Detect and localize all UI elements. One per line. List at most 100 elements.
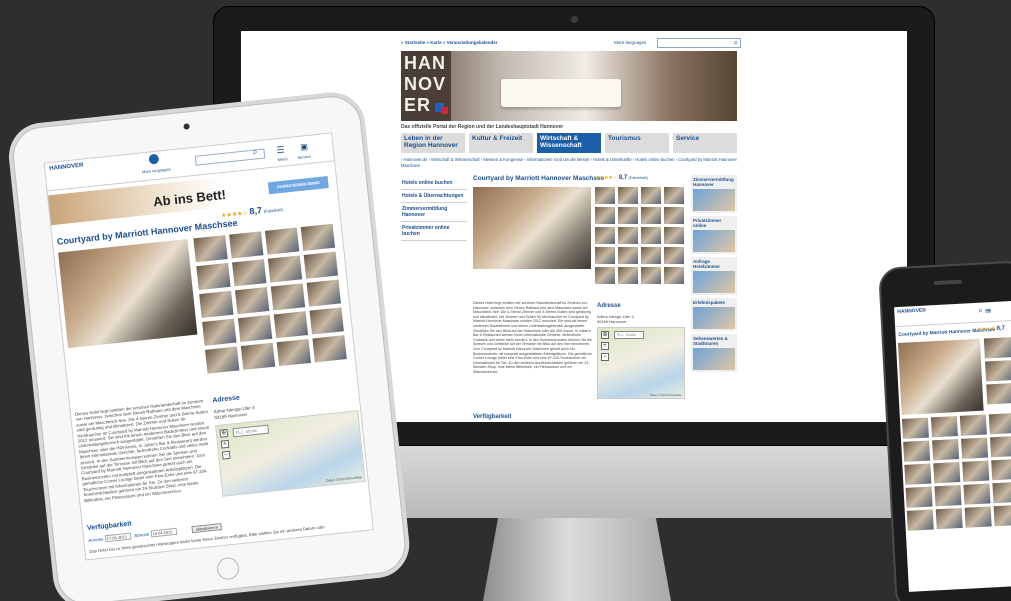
thumbnail[interactable]: [906, 509, 934, 531]
breadcrumb[interactable]: › Hannover.de › Wirtschaft & Wissenschaf…: [401, 157, 737, 169]
menu-kultur[interactable]: Kultur & Freizeit: [469, 133, 533, 153]
map-zoom-in-icon[interactable]: +: [601, 342, 609, 350]
thumbnail[interactable]: [664, 207, 684, 224]
update-button[interactable]: aktualisieren: [191, 523, 223, 534]
menu-label[interactable]: Menü: [277, 156, 287, 162]
thumbnail[interactable]: [267, 255, 303, 283]
service-label[interactable]: Service: [297, 154, 311, 160]
departure-date-input[interactable]: 18.04.2013: [150, 528, 177, 538]
globe-icon[interactable]: [148, 153, 160, 165]
thumbnail[interactable]: [618, 187, 638, 204]
menu-wirtschaft[interactable]: Wirtschaft & Wissenschaft: [537, 133, 601, 153]
map-search-input[interactable]: PLZ, Straße: [232, 424, 270, 438]
thumbnail[interactable]: [664, 247, 684, 264]
thumbnail[interactable]: [595, 207, 615, 224]
map-pan-icon[interactable]: ⊕: [219, 428, 229, 438]
language-selector[interactable]: More languages: [614, 40, 646, 45]
sidebar-item-hotels-online[interactable]: Hotels online buchen: [401, 177, 467, 190]
hannover-logo[interactable]: HANNOVER: [49, 163, 84, 173]
search-input[interactable]: ⌕: [657, 38, 741, 48]
thumbnail[interactable]: [985, 359, 1011, 382]
thumbnail[interactable]: [962, 460, 990, 482]
thumbnail[interactable]: [641, 207, 661, 224]
teaser-anfrage[interactable]: Anfrage Hotelzimmer: [691, 257, 737, 295]
search-icon[interactable]: ⌕: [252, 146, 258, 157]
thumbnail[interactable]: [595, 187, 615, 204]
location-map[interactable]: ⊕ + − PLZ, Straße Daten ©OpenStreetMap: [214, 410, 366, 497]
thumbnail[interactable]: [664, 267, 684, 284]
thumbnail[interactable]: [990, 436, 1011, 458]
thumbnail[interactable]: [988, 413, 1011, 435]
service-icon[interactable]: ▣: [300, 142, 308, 152]
thumbnail[interactable]: [963, 483, 991, 505]
thumbnail[interactable]: [986, 382, 1011, 405]
thumbnail[interactable]: [993, 504, 1011, 527]
map-zoom-out-icon[interactable]: −: [221, 450, 231, 460]
thumbnail[interactable]: [930, 416, 958, 438]
banner-button[interactable]: HANNOVERERLEBNIS: [267, 176, 329, 195]
top-nav-links[interactable]: » Startseite » Karte » Veranstaltungskal…: [401, 40, 498, 45]
hotel-main-photo[interactable]: [58, 239, 198, 349]
thumbnail[interactable]: [193, 235, 228, 263]
search-icon[interactable]: ⌕: [734, 38, 738, 48]
thumbnail[interactable]: [664, 187, 684, 204]
menu-leben[interactable]: Leben in der Region Hannover: [401, 133, 465, 153]
teaser-zimmervermittlung[interactable]: Zimmervermittlung Hannover: [691, 175, 737, 213]
thumbnail[interactable]: [641, 227, 661, 244]
thumbnail[interactable]: [903, 440, 931, 462]
thumbnail[interactable]: [240, 342, 276, 370]
map-zoom-in-icon[interactable]: +: [220, 439, 230, 449]
thumbnail[interactable]: [276, 338, 311, 367]
menu-icon[interactable]: ☰: [985, 305, 991, 314]
hannover-logo[interactable]: HANNOVER: [897, 308, 926, 315]
thumbnail[interactable]: [641, 187, 661, 204]
thumbnail[interactable]: [961, 437, 989, 459]
thumbnail[interactable]: [309, 307, 344, 335]
thumbnail[interactable]: [595, 247, 615, 264]
thumbnail[interactable]: [595, 227, 615, 244]
thumbnail[interactable]: [306, 279, 341, 307]
thumbnail[interactable]: [237, 314, 273, 343]
thumbnail[interactable]: [595, 267, 615, 284]
thumbnail[interactable]: [932, 439, 960, 461]
thumbnail[interactable]: [904, 463, 932, 485]
thumbnail[interactable]: [312, 335, 347, 363]
sidebar-item-zimmervermittlung[interactable]: Zimmervermittlung Hannover: [401, 203, 467, 222]
thumbnail[interactable]: [618, 207, 638, 224]
thumbnail[interactable]: [202, 318, 237, 346]
thumbnail[interactable]: [964, 506, 992, 528]
thumbnail[interactable]: [991, 458, 1011, 481]
thumbnail[interactable]: [905, 486, 933, 508]
sidebar-item-privatzimmer[interactable]: Privatzimmer online buchen: [401, 222, 467, 241]
map-search-input[interactable]: PLZ, Straße: [614, 331, 644, 339]
thumbnail[interactable]: [618, 227, 638, 244]
thumbnail[interactable]: [641, 267, 661, 284]
thumbnail[interactable]: [618, 247, 638, 264]
thumbnail[interactable]: [232, 259, 267, 287]
search-icon[interactable]: ⌕: [978, 306, 983, 315]
sidebar-item-hotels-uebernachtungen[interactable]: Hotels & Übernachtungen: [401, 190, 467, 203]
map-pan-icon[interactable]: ⊕: [601, 331, 609, 339]
hotel-main-photo[interactable]: [897, 338, 984, 415]
teaser-privatzimmer[interactable]: Privatzimmer online: [691, 216, 737, 254]
map-zoom-out-icon[interactable]: −: [601, 353, 609, 361]
thumbnail[interactable]: [229, 231, 264, 259]
thumbnail[interactable]: [959, 414, 987, 436]
hannover-logo[interactable]: HANNOVER: [401, 51, 451, 121]
thumbnail[interactable]: [901, 417, 929, 439]
thumbnail[interactable]: [983, 336, 1011, 359]
thumbnail[interactable]: [935, 507, 963, 530]
thumbnail[interactable]: [933, 462, 961, 484]
thumbnail[interactable]: [273, 311, 309, 339]
teaser-sehenswertes[interactable]: Sehenswertes & Stadttouren: [691, 334, 737, 372]
teaser-erlebnispakete[interactable]: Erlebnispakete: [691, 298, 737, 331]
thumbnail[interactable]: [205, 346, 240, 374]
thumbnail[interactable]: [264, 227, 300, 255]
location-map[interactable]: ⊕ + − PLZ, Straße Daten ©OpenStreetMap: [597, 327, 685, 399]
thumbnail[interactable]: [303, 251, 339, 279]
thumbnail[interactable]: [618, 267, 638, 284]
thumbnail[interactable]: [199, 290, 234, 318]
language-selector[interactable]: More languages: [142, 166, 171, 174]
menu-service[interactable]: Service: [673, 133, 737, 153]
thumbnail[interactable]: [664, 227, 684, 244]
